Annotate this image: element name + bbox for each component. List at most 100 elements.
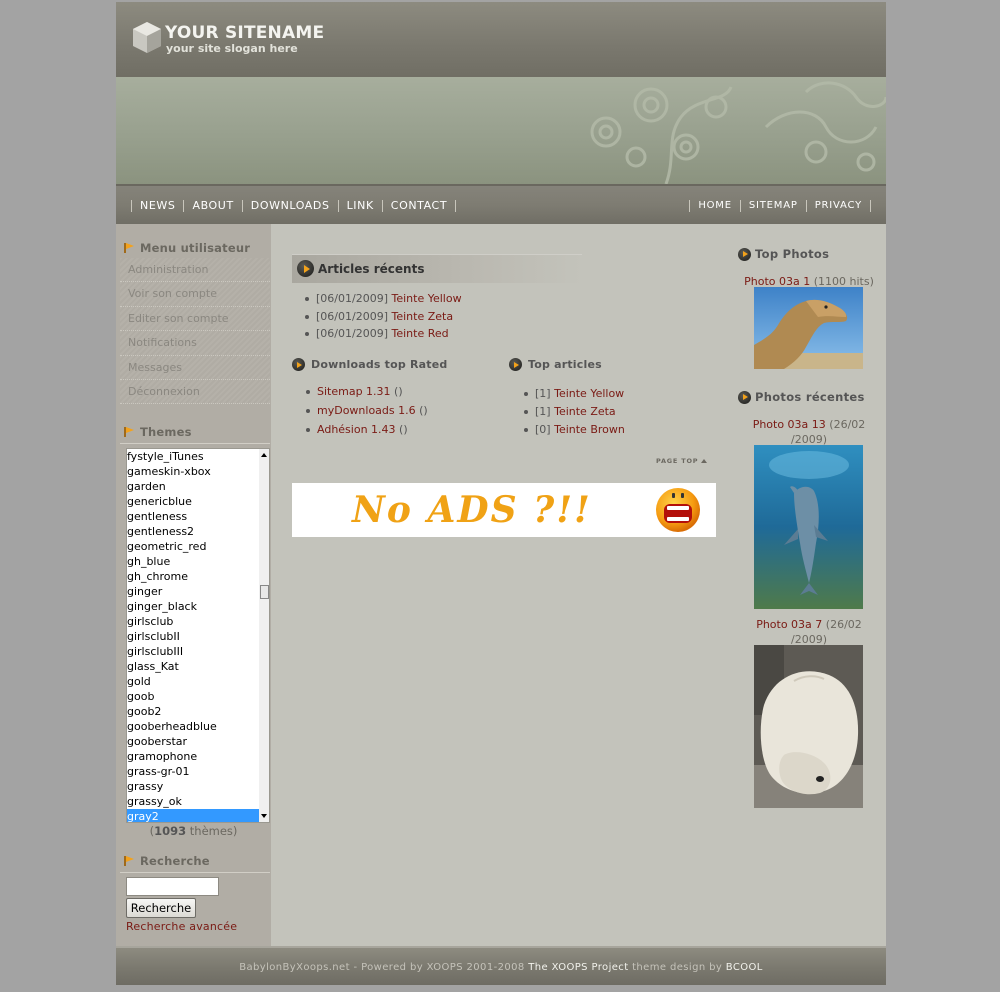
- theme-option[interactable]: gray2: [127, 809, 261, 822]
- divider: [120, 443, 270, 444]
- theme-option[interactable]: gameskin-xbox: [127, 464, 261, 479]
- flag-icon: [124, 243, 135, 253]
- logo-cube-icon: [133, 22, 161, 53]
- nav-sitemap[interactable]: SITEMAP: [742, 199, 805, 212]
- theme-option[interactable]: gh_chrome: [127, 569, 261, 584]
- theme-option[interactable]: gold: [127, 674, 261, 689]
- dolphin-photo[interactable]: [754, 445, 863, 609]
- themes-title: Themes: [124, 425, 192, 439]
- theme-list-scrollbar[interactable]: [259, 449, 269, 822]
- nav-separator: [381, 199, 383, 212]
- menu-item-edit-account[interactable]: Editer son compte: [120, 306, 270, 332]
- nav-separator: [739, 199, 741, 212]
- downloads-top-list: Sitemap 1.31 () myDownloads 1.6 () Adhés…: [303, 382, 428, 439]
- theme-option[interactable]: grassy_ok: [127, 794, 261, 809]
- nav-about[interactable]: ABOUT: [185, 199, 240, 212]
- theme-option[interactable]: gramophone: [127, 749, 261, 764]
- theme-option[interactable]: ginger_black: [127, 599, 261, 614]
- theme-option[interactable]: garden: [127, 479, 261, 494]
- ad-banner[interactable]: No ADS ?!!: [292, 483, 716, 537]
- theme-option[interactable]: goob: [127, 689, 261, 704]
- nav-link[interactable]: LINK: [340, 199, 381, 212]
- theme-option[interactable]: gh_blue: [127, 554, 261, 569]
- nav-privacy[interactable]: PRIVACY: [808, 199, 869, 212]
- theme-option[interactable]: girlsclub: [127, 614, 261, 629]
- theme-option[interactable]: fystyle_iTunes: [127, 449, 261, 464]
- photo-link[interactable]: Photo 03a 7: [756, 618, 822, 631]
- user-menu-title-text: Menu utilisateur: [140, 241, 251, 255]
- theme-option[interactable]: genericblue: [127, 494, 261, 509]
- article-link[interactable]: Teinte Zeta: [554, 405, 616, 418]
- recent-photos-title: Photos récentes: [755, 390, 865, 404]
- bcool-link[interactable]: BCOOL: [726, 962, 763, 973]
- menu-item-messages[interactable]: Messages: [120, 355, 270, 380]
- nav-news[interactable]: NEWS: [133, 199, 182, 212]
- theme-option[interactable]: geometric_red: [127, 539, 261, 554]
- theme-option[interactable]: ginger: [127, 584, 261, 599]
- download-link[interactable]: myDownloads 1.6: [317, 404, 416, 417]
- scrollbar-thumb[interactable]: [260, 585, 269, 599]
- photo-caption: Photo 03a 7 (26/02/2009): [732, 617, 886, 647]
- theme-option[interactable]: gentleness2: [127, 524, 261, 539]
- article-count: [0]: [535, 422, 551, 436]
- nav-left-group: NEWS ABOUT DOWNLOADS LINK CONTACT: [130, 199, 457, 212]
- nav-contact[interactable]: CONTACT: [384, 199, 454, 212]
- list-item: Adhésion 1.43 (): [303, 420, 428, 439]
- search-button[interactable]: Recherche: [126, 898, 196, 918]
- article-link[interactable]: Teinte Red: [391, 327, 448, 340]
- advanced-search-link[interactable]: Recherche avancée: [126, 920, 237, 933]
- recent-articles-header: Articles récents: [292, 254, 582, 283]
- top-articles-header: Top articles: [509, 358, 602, 371]
- play-bullet-icon: [297, 260, 314, 277]
- theme-select-list[interactable]: fystyle_iTunes gameskin-xbox garden generic…: [126, 448, 270, 823]
- article-date: [06/01/2009]: [316, 309, 388, 323]
- scroll-up-icon[interactable]: [261, 453, 267, 457]
- theme-option[interactable]: goob2: [127, 704, 261, 719]
- menu-item-administration[interactable]: Administration: [120, 258, 270, 283]
- list-item: [1] Teinte Zeta: [521, 403, 625, 421]
- camel-photo[interactable]: [754, 287, 863, 369]
- left-sidebar: Menu utilisateur Administration Voir son…: [116, 224, 271, 946]
- menu-item-view-account[interactable]: Voir son compte: [120, 282, 270, 307]
- polar-bear-photo[interactable]: [754, 645, 863, 808]
- nav-separator: [183, 199, 185, 212]
- scroll-down-icon[interactable]: [261, 814, 267, 818]
- photo-link[interactable]: Photo 03a 13: [753, 418, 826, 431]
- theme-option[interactable]: glass_Kat: [127, 659, 261, 674]
- theme-count: (1093 thèmes): [116, 824, 271, 838]
- download-link[interactable]: Sitemap 1.31: [317, 385, 391, 398]
- page-top-label: PAGE TOP: [656, 457, 699, 465]
- theme-option[interactable]: grassy: [127, 779, 261, 794]
- article-link[interactable]: Teinte Brown: [554, 423, 625, 436]
- theme-option[interactable]: gentleness: [127, 509, 261, 524]
- nav-home[interactable]: HOME: [691, 199, 739, 212]
- article-count: [1]: [535, 387, 551, 400]
- download-extra: (): [419, 404, 428, 417]
- site-name[interactable]: YOUR SITENAME: [165, 23, 324, 43]
- nav-downloads[interactable]: DOWNLOADS: [244, 199, 337, 212]
- article-link[interactable]: Teinte Zeta: [391, 310, 453, 323]
- download-link[interactable]: Adhésion 1.43: [317, 423, 396, 436]
- theme-option[interactable]: gooberstar: [127, 734, 261, 749]
- theme-count-suffix: thèmes): [186, 824, 238, 838]
- theme-option[interactable]: gooberheadblue: [127, 719, 261, 734]
- top-photos-title: Top Photos: [755, 247, 830, 261]
- nav-separator: [241, 199, 243, 212]
- xoops-project-link[interactable]: The XOOPS Project: [528, 962, 628, 973]
- photo-date: (26/02: [825, 618, 862, 631]
- menu-item-notifications[interactable]: Notifications: [120, 331, 270, 356]
- search-input[interactable]: [126, 877, 219, 896]
- article-count: [1]: [535, 404, 551, 418]
- theme-option[interactable]: girlsclubII: [127, 629, 261, 644]
- search-title-text: Recherche: [140, 854, 210, 868]
- theme-option[interactable]: grass-gr-01: [127, 764, 261, 779]
- top-articles-title: Top articles: [528, 358, 602, 371]
- theme-option[interactable]: girlsclubIII: [127, 644, 261, 659]
- header-banner: [116, 77, 886, 184]
- menu-item-logout[interactable]: Déconnexion: [120, 379, 270, 405]
- main-navbar: NEWS ABOUT DOWNLOADS LINK CONTACT HOME S…: [116, 184, 886, 224]
- article-link[interactable]: Teinte Yellow: [554, 387, 624, 400]
- page-top-link[interactable]: PAGE TOP: [656, 457, 708, 465]
- article-link[interactable]: Teinte Yellow: [391, 292, 461, 305]
- play-bullet-icon: [292, 358, 305, 371]
